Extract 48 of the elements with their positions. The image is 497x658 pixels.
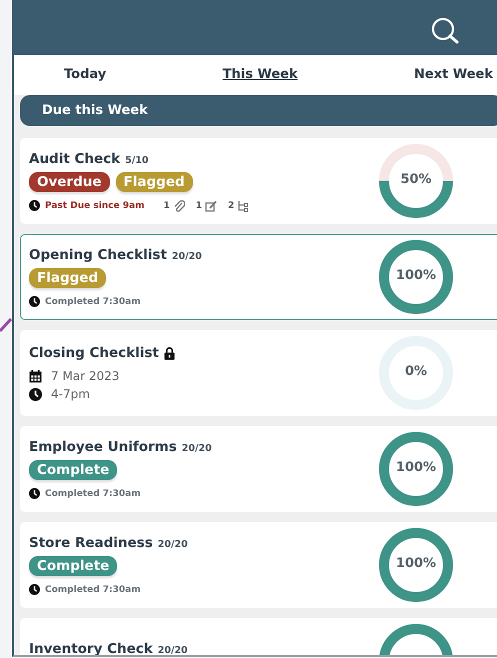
checklist-card[interactable]: Closing Checklist 7 Mar 2023 4-7pm 0% (20, 330, 497, 416)
paperclip-icon (172, 200, 185, 212)
edit-icon (205, 200, 218, 212)
percent-label: 100% (394, 556, 438, 571)
due-text: Past Due since 9am (45, 200, 144, 210)
flagged-tag: Flagged (116, 172, 193, 192)
item-count: 20/20 (158, 539, 188, 550)
clock-icon (29, 200, 40, 211)
section-header: Due this Week (20, 95, 497, 126)
checklist-card[interactable]: Employee Uniforms 20/20 Complete Completed 7:30am 100% (20, 426, 497, 512)
checklist-title: Store Readiness (29, 535, 153, 551)
overdue-tag: Overdue (29, 172, 110, 192)
counter-number: 2 (228, 200, 234, 210)
item-count: 5/10 (125, 154, 148, 166)
checklist-title: Opening Checklist (29, 247, 167, 263)
due-text: Completed 7:30am (45, 488, 141, 498)
item-count: 20/20 (158, 644, 188, 655)
clock-icon (29, 296, 40, 307)
percent-label: 100% (394, 460, 438, 475)
due-text: 4-7pm (51, 387, 90, 401)
checklist-title: Audit Check (29, 150, 120, 166)
counter-number: 1 (163, 200, 170, 210)
checklist-card[interactable]: Opening Checklist 20/20 Flagged Completed 7:30am 100% (20, 234, 497, 320)
item-count: 20/20 (172, 251, 202, 262)
checklist-title: Employee Uniforms (29, 439, 177, 455)
tab[interactable]: Next Week (412, 67, 495, 85)
flagged-tag: Flagged (29, 268, 106, 288)
checklist-card[interactable]: Audit Check 5/10 Overdue Flagged Past Due since 9am 1 1 2 50% (20, 138, 497, 224)
due-text: Completed 7:30am (45, 296, 141, 306)
clock-icon (29, 388, 42, 400)
item-count: 20/20 (182, 443, 212, 454)
checklist-title: Closing Checklist (29, 345, 159, 361)
percent-label: 0% (404, 364, 428, 379)
calendar-icon (29, 370, 42, 382)
checklist-card[interactable]: Store Readiness 20/20 Complete Completed 7:30am 100% (20, 522, 497, 608)
counter-number: 1 (196, 200, 202, 210)
due-text: Completed 7:30am (45, 584, 141, 594)
clock-icon (29, 488, 40, 499)
subtask-icon (237, 200, 250, 212)
tab[interactable]: This Week (220, 67, 300, 85)
tab[interactable]: Today (62, 67, 108, 85)
percent-label: 50% (399, 172, 433, 187)
clock-icon (29, 584, 40, 595)
due-text: 7 Mar 2023 (51, 369, 120, 383)
percent-label: 100% (394, 268, 438, 283)
search-icon[interactable] (431, 16, 459, 44)
complete-tag: Complete (29, 460, 118, 480)
complete-tag: Complete (29, 556, 118, 576)
